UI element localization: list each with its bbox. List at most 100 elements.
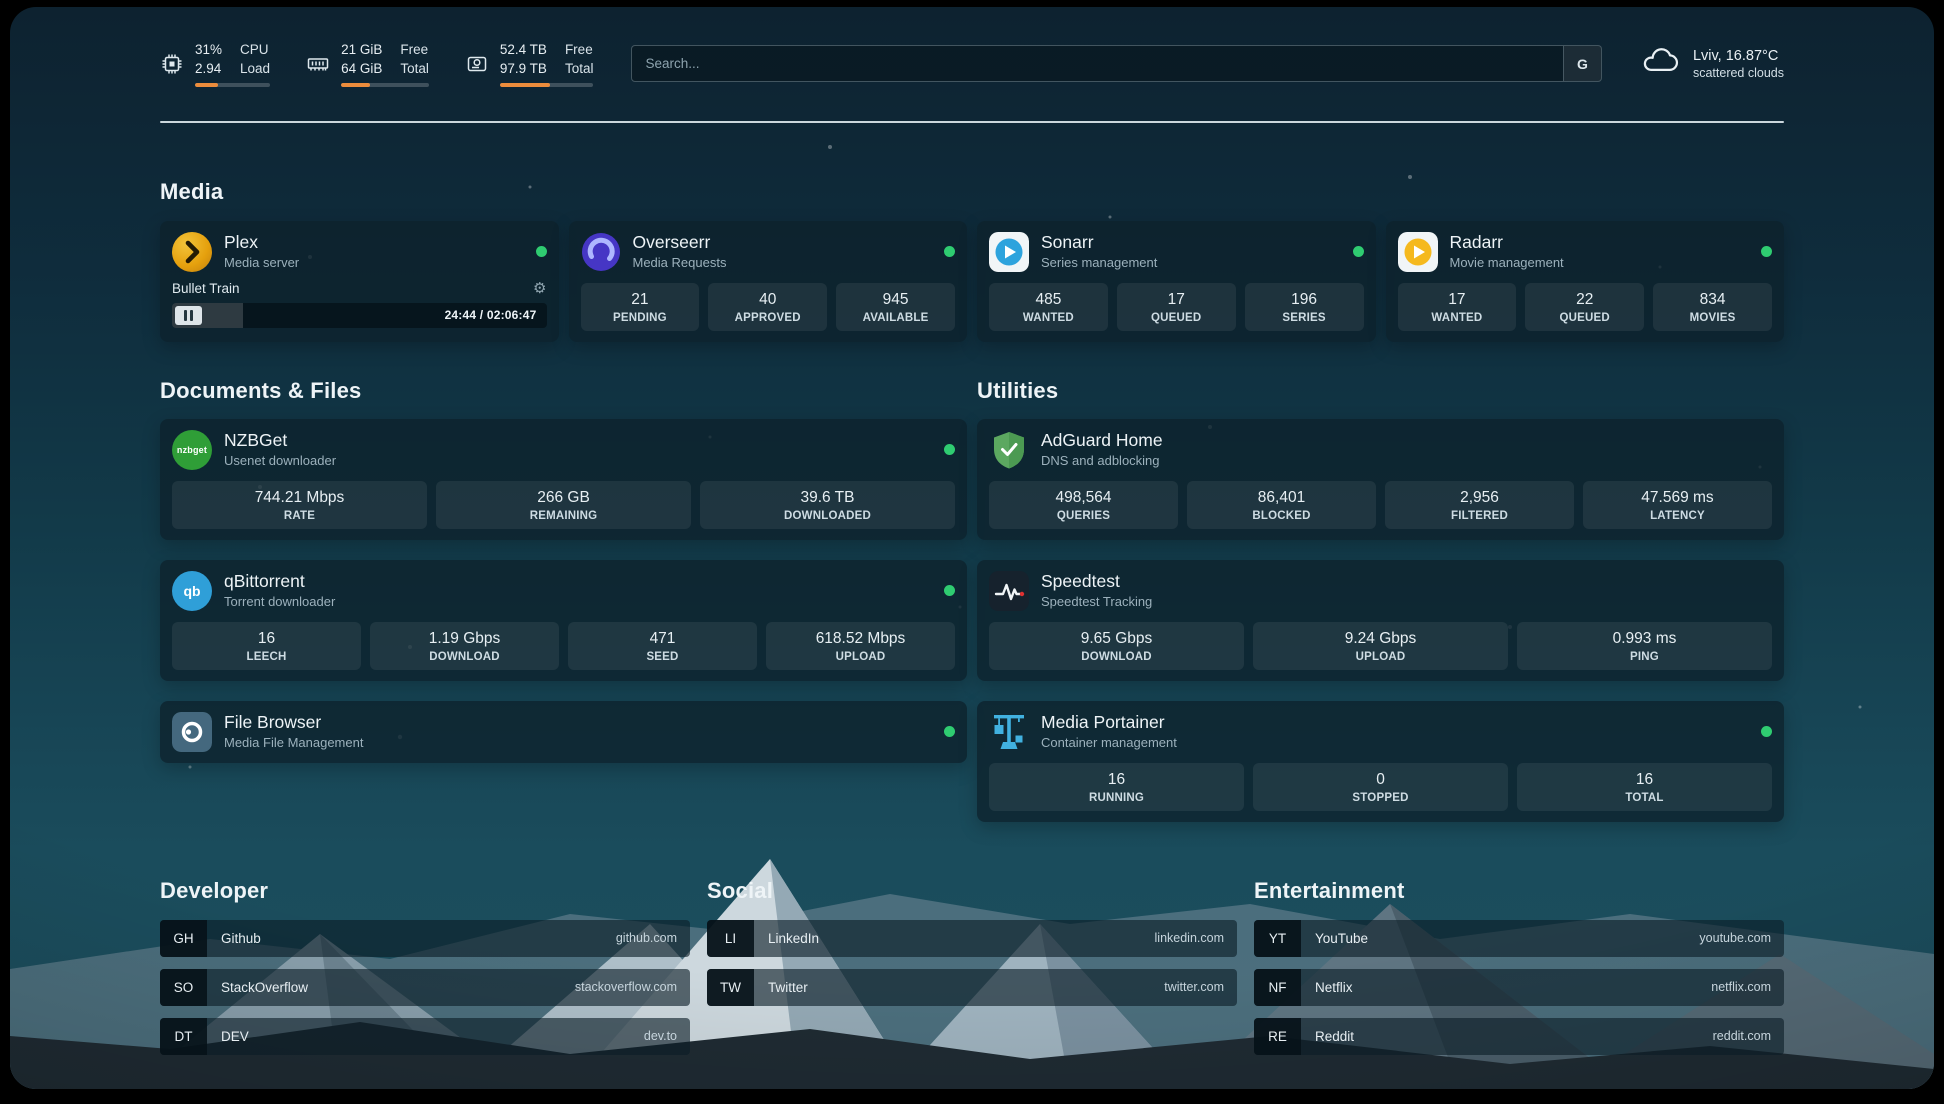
app-name: Sonarr <box>1041 233 1157 253</box>
bookmark-url: reddit.com <box>1713 1029 1771 1043</box>
plex-icon <box>172 232 212 272</box>
app-card-portainer[interactable]: Media Portainer Container management 16 … <box>977 701 1784 822</box>
cpu-usage-widget: 31% CPU 2.94 Load <box>160 41 270 87</box>
bookmark-github[interactable]: GH Github github.com <box>160 920 690 957</box>
app-card-nzbget[interactable]: nzbget NZBGet Usenet downloader 744.21 M… <box>160 419 967 540</box>
section-title-media: Media <box>160 179 1784 205</box>
weather-location-temp: Lviv, 16.87°C <box>1693 48 1784 64</box>
app-card-qbittorrent[interactable]: qb qBittorrent Torrent downloader 16 LEE… <box>160 560 967 681</box>
cpu-progress-fill <box>195 83 218 87</box>
bookmark-abbr: DT <box>160 1018 207 1055</box>
weather-condition: scattered clouds <box>1693 66 1784 80</box>
stat-seed: 471 SEED <box>568 622 757 670</box>
stat-pending: 21 PENDING <box>581 283 700 331</box>
portainer-icon <box>989 712 1029 752</box>
bookmark-reddit[interactable]: RE Reddit reddit.com <box>1254 1018 1784 1055</box>
bookmark-url: twitter.com <box>1164 980 1224 994</box>
app-desc: DNS and adblocking <box>1041 453 1163 468</box>
bookmark-name: LinkedIn <box>768 931 819 946</box>
status-dot-online <box>944 444 955 455</box>
stat-queued: 22 QUEUED <box>1525 283 1644 331</box>
app-card-speedtest[interactable]: Speedtest Speedtest Tracking 9.65 Gbps D… <box>977 560 1784 681</box>
search-input[interactable] <box>631 45 1602 82</box>
stat-queued: 17 QUEUED <box>1117 283 1236 331</box>
app-name: Plex <box>224 233 299 253</box>
documents-column: Documents & Files nzbget NZBGet Usenet d… <box>160 378 967 763</box>
bookmark-twitter[interactable]: TW Twitter twitter.com <box>707 969 1237 1006</box>
utilities-column: Utilities AdGuard Home <box>977 378 1784 822</box>
app-name: NZBGet <box>224 431 336 451</box>
app-name: AdGuard Home <box>1041 431 1163 451</box>
speedtest-icon <box>989 571 1029 611</box>
bookmark-stackoverflow[interactable]: SO StackOverflow stackoverflow.com <box>160 969 690 1006</box>
section-title-documents: Documents & Files <box>160 378 967 404</box>
stat-download: 9.65 Gbps DOWNLOAD <box>989 622 1244 670</box>
memory-progress-fill <box>341 83 370 87</box>
app-card-filebrowser[interactable]: File Browser Media File Management <box>160 701 967 763</box>
search-engine-button[interactable]: G <box>1563 46 1601 81</box>
stat-series: 196 SERIES <box>1245 283 1364 331</box>
stat-remaining: 266 GB REMAINING <box>436 481 691 529</box>
status-dot-online <box>1761 726 1772 737</box>
section-title-entertainment: Entertainment <box>1254 878 1784 904</box>
disk-progress-fill <box>500 83 551 87</box>
cpu-label-2: Load <box>240 60 270 78</box>
stat-rate: 744.21 Mbps RATE <box>172 481 427 529</box>
app-card-plex[interactable]: Plex Media server Bullet Train ⚙ 24:44 /… <box>160 221 559 342</box>
stat-latency: 47.569 ms LATENCY <box>1583 481 1772 529</box>
cpu-label-1: CPU <box>240 41 270 59</box>
stat-filtered: 2,956 FILTERED <box>1385 481 1574 529</box>
bookmark-abbr: LI <box>707 920 754 957</box>
overseerr-icon <box>581 232 621 272</box>
bookmark-url: youtube.com <box>1699 931 1771 945</box>
memory-label-2: Total <box>400 60 429 78</box>
playback-time: 24:44 / 02:06:47 <box>445 303 537 328</box>
ram-icon <box>306 52 330 76</box>
status-dot-online <box>944 246 955 257</box>
disk-label-2: Total <box>565 60 594 78</box>
qbittorrent-icon-text: qb <box>172 571 212 611</box>
gear-icon[interactable]: ⚙ <box>533 281 546 296</box>
bookmark-dev[interactable]: DT DEV dev.to <box>160 1018 690 1055</box>
memory-usage-widget: 21 GiB Free 64 GiB Total <box>306 41 429 87</box>
app-card-sonarr[interactable]: Sonarr Series management 485 WANTED 17 Q… <box>977 221 1376 342</box>
section-title-social: Social <box>707 878 1237 904</box>
bookmark-netflix[interactable]: NF Netflix netflix.com <box>1254 969 1784 1006</box>
bookmark-name: Netflix <box>1315 980 1353 995</box>
memory-progress-bar <box>341 83 429 87</box>
app-desc: Media Requests <box>633 255 727 270</box>
bookmark-youtube[interactable]: YT YouTube youtube.com <box>1254 920 1784 957</box>
stat-upload: 9.24 Gbps UPLOAD <box>1253 622 1508 670</box>
bookmark-name: Reddit <box>1315 1029 1354 1044</box>
app-card-radarr[interactable]: Radarr Movie management 17 WANTED 22 QUE… <box>1386 221 1785 342</box>
qbittorrent-icon: qb <box>172 571 212 611</box>
bookmark-group-developer: Developer GH Github github.com SO StackO… <box>160 878 690 1067</box>
adguard-icon <box>989 430 1029 470</box>
playback-progress-bar[interactable]: 24:44 / 02:06:47 <box>172 303 547 328</box>
media-grid: Plex Media server Bullet Train ⚙ 24:44 /… <box>160 221 1784 342</box>
disk-free: 52.4 TB <box>500 41 547 59</box>
bookmark-linkedin[interactable]: LI LinkedIn linkedin.com <box>707 920 1237 957</box>
disk-label-1: Free <box>565 41 594 59</box>
bookmark-name: StackOverflow <box>221 980 308 995</box>
disk-icon <box>465 52 489 76</box>
disk-progress-bar <box>500 83 594 87</box>
pause-button[interactable] <box>175 306 202 325</box>
disk-usage-widget: 52.4 TB Free 97.9 TB Total <box>465 41 594 87</box>
app-card-adguard[interactable]: AdGuard Home DNS and adblocking 498,564 … <box>977 419 1784 540</box>
memory-total: 64 GiB <box>341 60 382 78</box>
section-title-developer: Developer <box>160 878 690 904</box>
stat-available: 945 AVAILABLE <box>836 283 955 331</box>
stat-blocked: 86,401 BLOCKED <box>1187 481 1376 529</box>
status-dot-online <box>536 246 547 257</box>
header-divider <box>160 121 1784 123</box>
status-dot-online <box>944 585 955 596</box>
stat-leech: 16 LEECH <box>172 622 361 670</box>
stat-queries: 498,564 QUERIES <box>989 481 1178 529</box>
radarr-icon <box>1398 232 1438 272</box>
app-name: Radarr <box>1450 233 1564 253</box>
dashboard-window: 31% CPU 2.94 Load <box>10 7 1934 1089</box>
app-card-overseerr[interactable]: Overseerr Media Requests 21 PENDING 40 A… <box>569 221 968 342</box>
bookmark-abbr: YT <box>1254 920 1301 957</box>
bookmark-abbr: TW <box>707 969 754 1006</box>
